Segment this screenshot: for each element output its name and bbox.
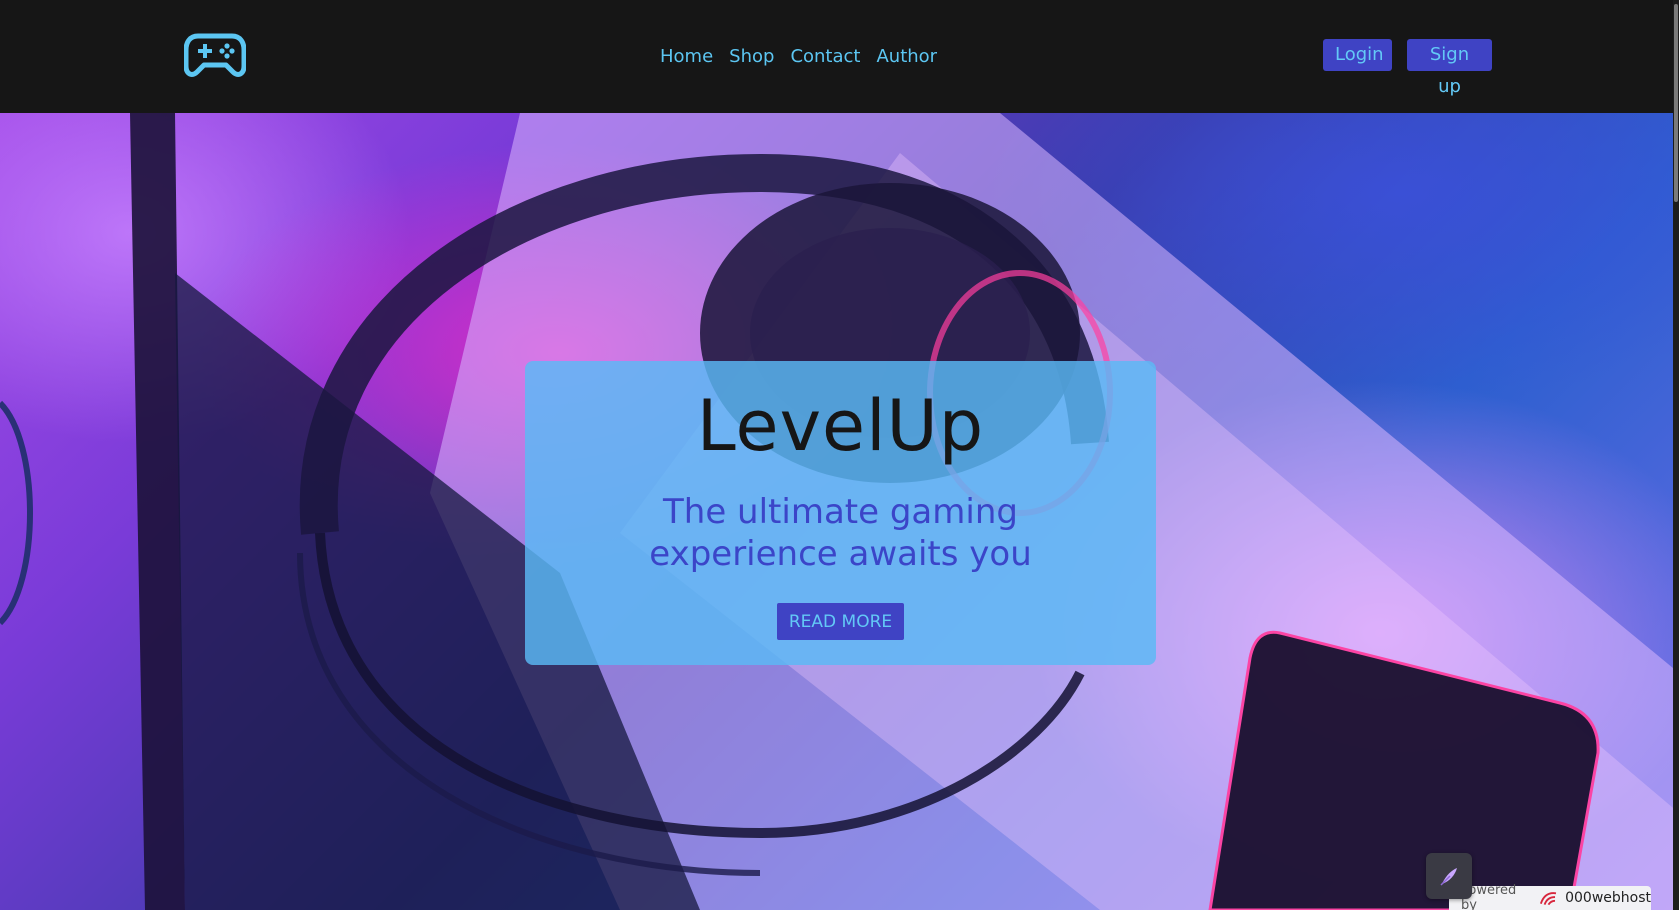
nav-author-link[interactable]: Author bbox=[876, 46, 937, 67]
hero-title: LevelUp bbox=[696, 385, 985, 467]
feather-icon bbox=[1440, 868, 1457, 886]
webhost-logo-icon bbox=[1540, 892, 1557, 906]
nav-links: Home Shop Contact Author bbox=[660, 40, 937, 72]
hero-card: LevelUp The ultimate gaming experience a… bbox=[525, 361, 1156, 665]
powered-by-banner[interactable]: Powered by 000webhost bbox=[1449, 883, 1651, 910]
hero-section: LevelUp The ultimate gaming experience a… bbox=[0, 113, 1679, 910]
nav-home-link[interactable]: Home bbox=[660, 46, 713, 67]
nav-shop-link[interactable]: Shop bbox=[729, 46, 774, 67]
page: Home Shop Contact Author Login Sign up L… bbox=[0, 0, 1679, 910]
page-scrollbar[interactable] bbox=[1673, 0, 1679, 910]
feather-widget-button[interactable] bbox=[1426, 853, 1472, 899]
hero-subtitle: The ultimate gaming experience awaits yo… bbox=[649, 492, 1032, 574]
read-more-button[interactable]: READ MORE bbox=[777, 603, 904, 640]
login-button[interactable]: Login bbox=[1323, 39, 1392, 71]
nav-contact-link[interactable]: Contact bbox=[790, 46, 860, 67]
scrollbar-thumb[interactable] bbox=[1674, 4, 1678, 202]
gamepad-icon[interactable] bbox=[183, 30, 247, 80]
navbar: Home Shop Contact Author Login Sign up bbox=[0, 0, 1679, 113]
signup-button[interactable]: Sign up bbox=[1407, 39, 1492, 97]
powered-by-brand: 000webhost bbox=[1565, 890, 1651, 906]
